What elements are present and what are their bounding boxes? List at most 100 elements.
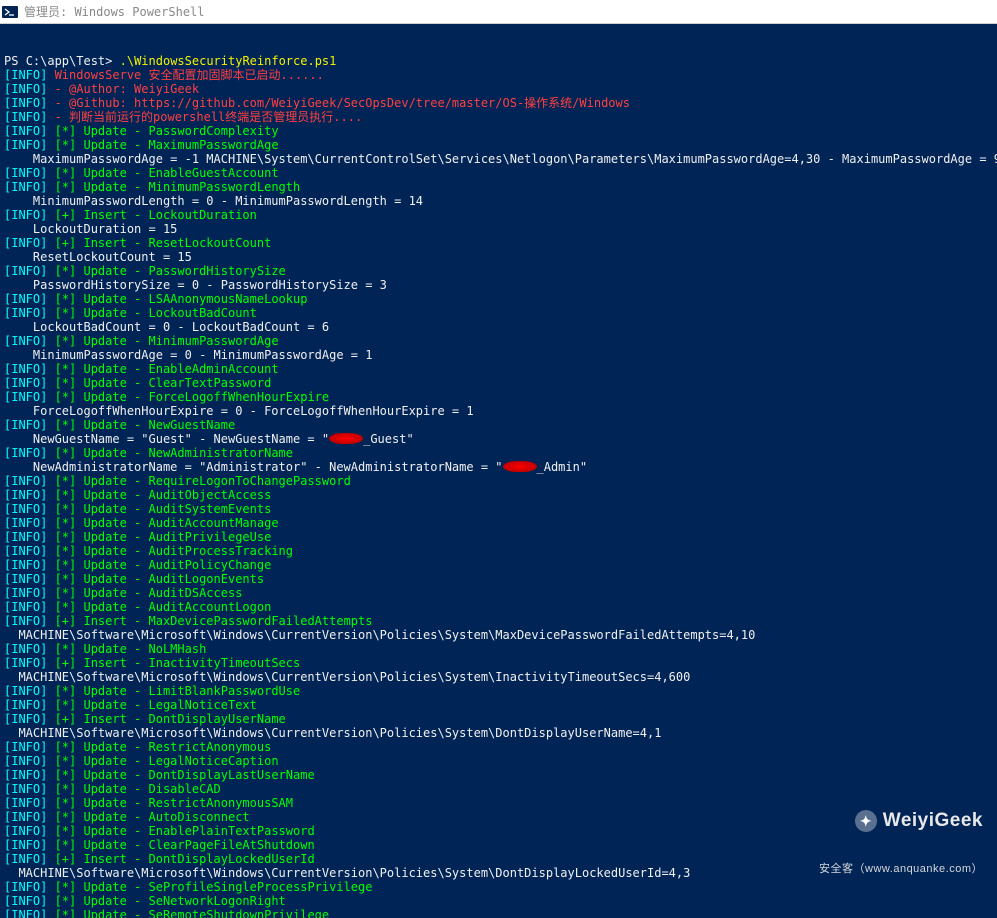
- info-tag: [INFO]: [4, 474, 55, 488]
- info-tag: [INFO]: [4, 614, 55, 628]
- detail-text: _Guest": [363, 432, 414, 446]
- info-tag: [INFO]: [4, 754, 55, 768]
- detail-text: MaximumPasswordAge = -1 MACHINE\System\C…: [4, 152, 997, 166]
- update-entry: [*] Update - NewGuestName: [55, 418, 236, 432]
- output-line: [INFO] [*] Update - PasswordComplexity: [4, 124, 993, 138]
- insert-entry: [+] Insert - DontDisplayUserName: [55, 712, 286, 726]
- update-entry: [*] Update - AuditLogonEvents: [55, 572, 265, 586]
- info-tag: [INFO]: [4, 334, 55, 348]
- detail-text: MACHINE\Software\Microsoft\Windows\Curre…: [4, 866, 690, 880]
- output-line: NewAdministratorName = "Administrator" -…: [4, 460, 993, 474]
- update-entry: [*] Update - SeRemoteShutdownPrivilege: [55, 908, 330, 918]
- info-tag: [INFO]: [4, 236, 55, 250]
- update-entry: [*] Update - LegalNoticeCaption: [55, 754, 279, 768]
- info-tag: [INFO]: [4, 880, 55, 894]
- info-tag: [INFO]: [4, 306, 55, 320]
- info-tag: [INFO]: [4, 712, 55, 726]
- update-entry: [*] Update - MaximumPasswordAge: [55, 138, 279, 152]
- detail-text: PasswordHistorySize = 0 - PasswordHistor…: [4, 278, 387, 292]
- info-tag: [INFO]: [4, 180, 55, 194]
- update-entry: [*] Update - AuditProcessTracking: [55, 544, 293, 558]
- info-message: - @Author: WeiyiGeek: [55, 82, 200, 96]
- update-entry: [*] Update - EnableAdminAccount: [55, 362, 279, 376]
- output-line: [INFO] [*] Update - AuditLogonEvents: [4, 572, 993, 586]
- output-line: [INFO] [*] Update - LockoutBadCount: [4, 306, 993, 320]
- output-line: [INFO] [*] Update - EnableAdminAccount: [4, 362, 993, 376]
- output-line: [INFO] [*] Update - LegalNoticeText: [4, 698, 993, 712]
- update-entry: [*] Update - SeNetworkLogonRight: [55, 894, 286, 908]
- output-line: MACHINE\Software\Microsoft\Windows\Curre…: [4, 670, 993, 684]
- detail-text: LockoutDuration = 15: [4, 222, 177, 236]
- output-line: [INFO] [+] Insert - InactivityTimeoutSec…: [4, 656, 993, 670]
- output-line: [INFO] [*] Update - AutoDisconnect: [4, 810, 993, 824]
- info-tag: [INFO]: [4, 852, 55, 866]
- info-tag: [INFO]: [4, 600, 55, 614]
- output-line: [INFO] [*] Update - ClearTextPassword: [4, 376, 993, 390]
- output-line: MinimumPasswordAge = 0 - MinimumPassword…: [4, 348, 993, 362]
- output-line: ForceLogoffWhenHourExpire = 0 - ForceLog…: [4, 404, 993, 418]
- output-line: ResetLockoutCount = 15: [4, 250, 993, 264]
- update-entry: [*] Update - ClearTextPassword: [55, 376, 272, 390]
- output-line: MinimumPasswordLength = 0 - MinimumPassw…: [4, 194, 993, 208]
- title-bar[interactable]: 管理员: Windows PowerShell: [0, 0, 997, 24]
- info-tag: [INFO]: [4, 488, 55, 502]
- output-line: LockoutBadCount = 0 - LockoutBadCount = …: [4, 320, 993, 334]
- info-tag: [INFO]: [4, 292, 55, 306]
- info-tag: [INFO]: [4, 586, 55, 600]
- output-line: [INFO] [*] Update - AuditAccountLogon: [4, 600, 993, 614]
- output-line: [INFO] [*] Update - MaximumPasswordAge: [4, 138, 993, 152]
- update-entry: [*] Update - NoLMHash: [55, 642, 207, 656]
- output-line: [INFO] [*] Update - LimitBlankPasswordUs…: [4, 684, 993, 698]
- info-tag: [INFO]: [4, 166, 55, 180]
- info-tag: [INFO]: [4, 810, 55, 824]
- info-tag: [INFO]: [4, 390, 55, 404]
- info-tag: [INFO]: [4, 544, 55, 558]
- info-tag: [INFO]: [4, 656, 55, 670]
- output-line: [INFO] [*] Update - NewAdministratorName: [4, 446, 993, 460]
- update-entry: [*] Update - DisableCAD: [55, 782, 221, 796]
- output-line: [INFO] [*] Update - ClearPageFileAtShutd…: [4, 838, 993, 852]
- terminal-output[interactable]: PS C:\app\Test> .\WindowsSecurityReinfor…: [0, 24, 997, 918]
- output-line: [INFO] [*] Update - RequireLogonToChange…: [4, 474, 993, 488]
- update-entry: [*] Update - AuditSystemEvents: [55, 502, 272, 516]
- insert-entry: [+] Insert - InactivityTimeoutSecs: [55, 656, 301, 670]
- output-line: [INFO] [*] Update - LegalNoticeCaption: [4, 754, 993, 768]
- output-line: [INFO] - @Author: WeiyiGeek: [4, 82, 993, 96]
- detail-text: MACHINE\Software\Microsoft\Windows\Curre…: [4, 628, 755, 642]
- update-entry: [*] Update - AuditAccountLogon: [55, 600, 272, 614]
- info-tag: [INFO]: [4, 502, 55, 516]
- output-line: [INFO] [*] Update - MinimumPasswordLengt…: [4, 180, 993, 194]
- update-entry: [*] Update - ClearPageFileAtShutdown: [55, 838, 315, 852]
- info-tag: [INFO]: [4, 698, 55, 712]
- info-tag: [INFO]: [4, 908, 55, 918]
- update-entry: [*] Update - AuditAccountManage: [55, 516, 279, 530]
- update-entry: [*] Update - MinimumPasswordLength: [55, 180, 301, 194]
- output-line: [INFO] [*] Update - AuditSystemEvents: [4, 502, 993, 516]
- info-tag: [INFO]: [4, 838, 55, 852]
- info-tag: [INFO]: [4, 124, 55, 138]
- output-line: [INFO] [*] Update - AuditObjectAccess: [4, 488, 993, 502]
- output-line: [INFO] [*] Update - NoLMHash: [4, 642, 993, 656]
- output-line: [INFO] [*] Update - PasswordHistorySize: [4, 264, 993, 278]
- output-line: [INFO] - 判断当前运行的powershell终端是否管理员执行....: [4, 110, 993, 124]
- window-title: 管理员: Windows PowerShell: [24, 3, 205, 20]
- output-line: [INFO] [*] Update - LSAAnonymousNameLook…: [4, 292, 993, 306]
- output-line: LockoutDuration = 15: [4, 222, 993, 236]
- info-tag: [INFO]: [4, 446, 55, 460]
- update-entry: [*] Update - RequireLogonToChangePasswor…: [55, 474, 351, 488]
- output-line: [INFO] [*] Update - SeNetworkLogonRight: [4, 894, 993, 908]
- detail-text: MinimumPasswordAge = 0 - MinimumPassword…: [4, 348, 372, 362]
- info-tag: [INFO]: [4, 418, 55, 432]
- detail-text: MACHINE\Software\Microsoft\Windows\Curre…: [4, 726, 661, 740]
- output-line: [INFO] [*] Update - NewGuestName: [4, 418, 993, 432]
- output-line: MACHINE\Software\Microsoft\Windows\Curre…: [4, 628, 993, 642]
- info-tag: [INFO]: [4, 82, 55, 96]
- output-line: [INFO] [*] Update - DontDisplayLastUserN…: [4, 768, 993, 782]
- output-line: NewGuestName = "Guest" - NewGuestName = …: [4, 432, 993, 446]
- update-entry: [*] Update - AuditDSAccess: [55, 586, 243, 600]
- detail-text: NewAdministratorName = "Administrator" -…: [4, 460, 503, 474]
- update-entry: [*] Update - ForceLogoffWhenHourExpire: [55, 390, 330, 404]
- output-line: [INFO] [*] Update - EnableGuestAccount: [4, 166, 993, 180]
- update-entry: [*] Update - MinimumPasswordAge: [55, 334, 279, 348]
- info-tag: [INFO]: [4, 684, 55, 698]
